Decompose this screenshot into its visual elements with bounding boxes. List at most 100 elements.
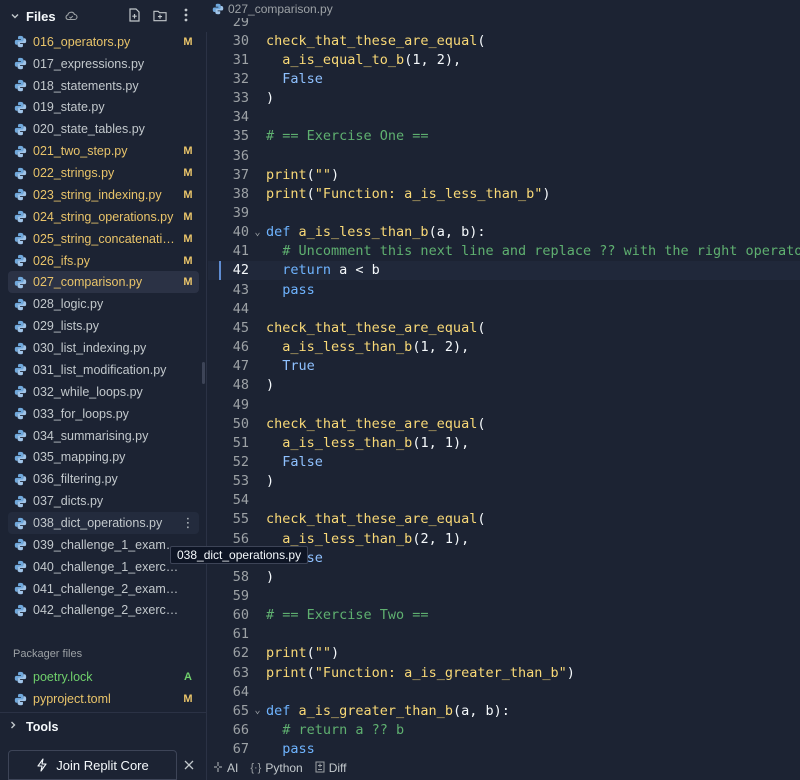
code-line[interactable]: 42 return a < b xyxy=(208,260,800,280)
file-item[interactable]: 019_state.py xyxy=(8,96,199,118)
file-name: 025_string_concatenation.py xyxy=(33,231,181,246)
code-line[interactable]: 38 print("Function: a_is_less_than_b") xyxy=(208,184,800,203)
file-menu-icon[interactable]: ⋮ xyxy=(181,515,195,531)
line-number: 38 xyxy=(232,185,249,202)
file-item[interactable]: 026_ifs.py M xyxy=(8,250,199,272)
file-item[interactable]: 032_while_loops.py xyxy=(8,381,199,403)
code-line[interactable]: 53) xyxy=(208,472,800,491)
file-item[interactable]: 036_filtering.py xyxy=(8,468,199,490)
file-item[interactable]: 041_challenge_2_example.py xyxy=(8,578,199,600)
code-line[interactable]: 50 check_that_these_are_equal( xyxy=(208,414,800,433)
file-item[interactable]: 023_string_indexing.py M xyxy=(8,184,199,206)
ai-status-item[interactable]: AI xyxy=(213,761,238,776)
code-line[interactable]: 60 # == Exercise Two == xyxy=(208,606,800,625)
code-line[interactable]: 48) xyxy=(208,376,800,395)
code-line[interactable]: 49 xyxy=(208,395,800,414)
code-line[interactable]: 40 ⌄ def a_is_less_than_b(a, b): xyxy=(208,223,800,242)
code-line[interactable]: 46 a_is_less_than_b(1, 2), xyxy=(208,338,800,357)
close-icon[interactable] xyxy=(182,758,196,772)
code-line[interactable]: 65 ⌄ def a_is_greater_than_b(a, b): xyxy=(208,701,800,720)
python-file-icon xyxy=(14,693,27,705)
file-item[interactable]: 017_expressions.py xyxy=(8,53,199,75)
code-line[interactable]: 41 # Uncomment this next line and replac… xyxy=(208,242,800,261)
code-line[interactable]: 39 xyxy=(208,204,800,223)
sidebar-resize-handle[interactable] xyxy=(202,362,205,384)
diff-icon xyxy=(315,761,325,776)
file-item[interactable]: 022_strings.py M xyxy=(8,162,199,184)
diff-status-item[interactable]: Diff xyxy=(315,761,347,776)
fold-chevron-icon[interactable]: ⌄ xyxy=(249,705,266,716)
code-line[interactable]: 33) xyxy=(208,89,800,108)
code-line[interactable]: 62 print("") xyxy=(208,644,800,663)
code-text: print("Function: a_is_less_than_b") xyxy=(266,186,551,202)
chevron-down-icon[interactable] xyxy=(8,9,22,23)
more-options-icon[interactable] xyxy=(179,8,193,22)
file-item[interactable]: 021_two_step.py M xyxy=(8,140,199,162)
code-line[interactable]: 67 pass xyxy=(208,740,800,756)
file-item[interactable]: 020_state_tables.py xyxy=(8,118,199,140)
code-token: ), xyxy=(453,339,470,356)
code-line[interactable]: 55 check_that_these_are_equal( xyxy=(208,510,800,529)
file-item[interactable]: 031_list_modification.py xyxy=(8,359,199,381)
code-line[interactable]: 59 xyxy=(208,587,800,606)
join-replit-core-label: Join Replit Core xyxy=(56,757,149,773)
code-line[interactable]: 54 xyxy=(208,491,800,510)
editor-tab[interactable]: 027_comparison.py xyxy=(208,0,800,18)
code-text: pass xyxy=(266,741,315,756)
code-line[interactable]: 61 xyxy=(208,625,800,644)
file-item[interactable]: 035_mapping.py xyxy=(8,446,199,468)
file-item[interactable]: 030_list_indexing.py xyxy=(8,337,199,359)
file-item[interactable]: 037_dicts.py xyxy=(8,490,199,512)
file-item[interactable]: 034_summarising.py xyxy=(8,425,199,447)
python-file-icon xyxy=(14,167,27,179)
code-line[interactable]: 66 # return a ?? b xyxy=(208,721,800,740)
python-file-icon xyxy=(14,189,27,201)
code-line[interactable]: 34 xyxy=(208,108,800,127)
file-item[interactable]: 018_statements.py xyxy=(8,75,199,97)
file-item[interactable]: 033_for_loops.py xyxy=(8,403,199,425)
file-item[interactable]: 038_dict_operations.py ⋮ xyxy=(8,512,199,534)
file-item[interactable]: 027_comparison.py M xyxy=(8,271,199,294)
code-line[interactable]: 63 print("Function: a_is_greater_than_b") xyxy=(208,663,800,682)
code-line[interactable]: 37 print("") xyxy=(208,165,800,184)
file-item[interactable]: 025_string_concatenation.py M xyxy=(8,228,199,250)
file-item[interactable]: 028_logic.py xyxy=(8,293,199,315)
line-number: 66 xyxy=(232,722,249,739)
file-name: poetry.lock xyxy=(33,670,93,684)
code-line[interactable]: 64 xyxy=(208,682,800,701)
code-line[interactable]: 35 # == Exercise One == xyxy=(208,127,800,146)
code-token: , xyxy=(420,51,437,68)
code-token: a_is_less_than_b xyxy=(298,224,429,241)
file-item[interactable]: pyproject.toml M xyxy=(8,688,199,710)
code-line[interactable]: 51 a_is_less_than_b(1, 1), xyxy=(208,433,800,452)
code-line[interactable]: 30 check_that_these_are_equal( xyxy=(208,31,800,50)
file-name: 020_state_tables.py xyxy=(33,122,145,137)
code-line[interactable]: 45 check_that_these_are_equal( xyxy=(208,318,800,337)
tools-section[interactable]: Tools xyxy=(0,712,207,740)
file-item[interactable]: 016_operators.py M xyxy=(8,31,199,53)
code-line[interactable]: 36 xyxy=(208,146,800,165)
file-item[interactable]: poetry.lock A xyxy=(8,666,199,688)
file-list[interactable]: 015_add_numbers.pyM016_operators.pyM017_… xyxy=(0,21,207,631)
chevron-right-icon xyxy=(8,720,22,733)
code-line[interactable]: 31 a_is_equal_to_b(1, 2), xyxy=(208,50,800,69)
code-line[interactable]: 52 False xyxy=(208,452,800,471)
language-status-item[interactable]: {·} Python xyxy=(250,761,302,775)
code-line[interactable]: 47 True xyxy=(208,357,800,376)
new-folder-icon[interactable] xyxy=(153,8,167,22)
code-line[interactable]: 44 xyxy=(208,299,800,318)
code-line[interactable]: 58) xyxy=(208,567,800,586)
code-token: ( xyxy=(306,645,315,662)
fold-chevron-icon[interactable]: ⌄ xyxy=(249,227,266,238)
new-file-icon[interactable] xyxy=(127,8,141,22)
file-item[interactable]: 029_lists.py xyxy=(8,315,199,337)
line-number: 30 xyxy=(232,32,249,49)
code-line[interactable]: 43 pass xyxy=(208,280,800,299)
join-replit-core-button[interactable]: Join Replit Core xyxy=(8,750,177,780)
code-area[interactable]: 29 30 check_that_these_are_equal(31 a_is_e… xyxy=(208,0,800,756)
line-number: 31 xyxy=(232,51,249,68)
file-item[interactable]: 024_string_operations.py M xyxy=(8,206,199,228)
file-item[interactable]: 042_challenge_2_exercise.py xyxy=(8,599,199,621)
code-line[interactable]: 32 False xyxy=(208,69,800,88)
